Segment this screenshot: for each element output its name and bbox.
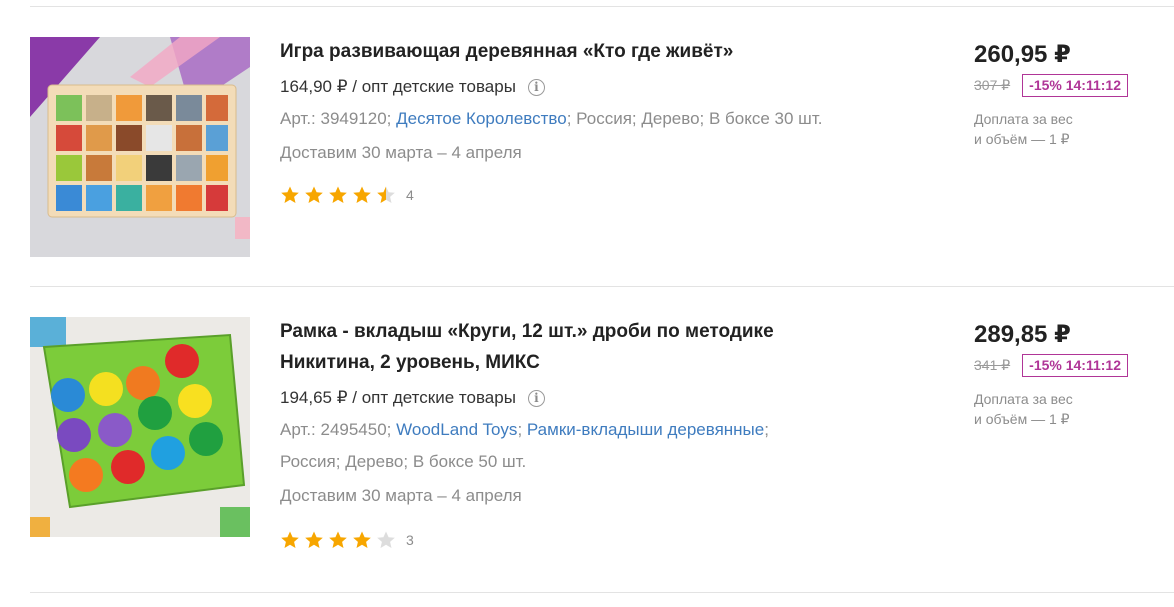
rating-stars — [280, 530, 396, 550]
article-number: Арт.: 3949120; — [280, 109, 392, 128]
meta-separator: ; — [517, 420, 523, 439]
product-title[interactable]: Рамка - вкладыш «Круги, 12 шт.» дроби по… — [280, 316, 880, 378]
puzzle-board-image — [30, 37, 250, 257]
delivery-date: Доставим 30 марта – 4 апреля — [280, 143, 522, 162]
rating[interactable]: 3 — [280, 530, 880, 550]
current-price: 289,85 ₽ — [974, 321, 1071, 348]
divider-middle — [30, 286, 1174, 287]
wholesale-price: 194,65 ₽ / опт детские товары i — [280, 388, 880, 408]
old-price-row: 307 ₽ -15% 14:11:12 — [974, 74, 1164, 97]
meta-details: Россия; Дерево; В боксе 50 шт. — [280, 452, 527, 471]
discount-badge: -15% 14:11:12 — [1022, 74, 1128, 97]
brand-link[interactable]: Десятое Королевство — [396, 109, 567, 128]
old-price: 307 ₽ — [974, 77, 1011, 93]
product-image[interactable] — [30, 317, 250, 537]
wholesale-price: 164,90 ₽ / опт детские товары i — [280, 77, 880, 97]
wholesale-price-text: 164,90 ₽ / опт детские товары — [280, 77, 516, 96]
product-meta: Арт.: 2495450; WoodLand Toys; Рамки-вкла… — [280, 414, 880, 478]
star-icon — [281, 531, 299, 548]
info-icon[interactable]: i — [527, 78, 545, 96]
surcharge-note: Доплата за вес и объём — 1 ₽ — [974, 109, 1164, 149]
star-icon — [281, 186, 299, 203]
product-title[interactable]: Игра развивающая деревянная «Кто где жив… — [280, 36, 880, 67]
star-icon — [377, 531, 395, 548]
old-price-row: 341 ₽ -15% 14:11:12 — [974, 354, 1164, 377]
divider-top — [30, 6, 1174, 7]
meta-details: ; Россия; Дерево; В боксе 30 шт. — [566, 109, 823, 128]
info-icon[interactable]: i — [527, 389, 545, 407]
star-icon — [305, 531, 323, 548]
product-title-line: Никитина, 2 уровень, МИКС — [280, 352, 540, 373]
star-icon — [377, 186, 395, 203]
delivery-date: Доставим 30 марта – 4 апреля — [280, 486, 522, 505]
rating-stars — [280, 185, 396, 205]
product-meta: Арт.: 3949120; Десятое Королевство; Росс… — [280, 103, 880, 135]
wholesale-price-text: 194,65 ₽ / опт детские товары — [280, 388, 516, 407]
circles-frame-image — [30, 317, 250, 537]
current-price: 260,95 ₽ — [974, 41, 1071, 68]
star-icon — [329, 186, 347, 203]
article-number: Арт.: 2495450; — [280, 420, 392, 439]
star-icon — [353, 186, 371, 203]
rating-count: 3 — [406, 532, 414, 548]
rating-count: 4 — [406, 187, 414, 203]
surcharge-line: Доплата за вес — [974, 111, 1073, 127]
star-icon — [305, 186, 323, 203]
brand-link[interactable]: WoodLand Toys — [396, 420, 517, 439]
surcharge-line: и объём — 1 ₽ — [974, 131, 1070, 147]
product-image[interactable] — [30, 37, 250, 257]
star-icon — [353, 531, 371, 548]
product-title-line: Рамка - вкладыш «Круги, 12 шт.» дроби по… — [280, 321, 774, 342]
surcharge-note: Доплата за вес и объём — 1 ₽ — [974, 389, 1164, 429]
discount-badge: -15% 14:11:12 — [1022, 354, 1128, 377]
category-link[interactable]: Рамки-вкладыши деревянные — [527, 420, 764, 439]
old-price: 341 ₽ — [974, 357, 1011, 373]
surcharge-line: Доплата за вес — [974, 391, 1073, 407]
surcharge-line: и объём — 1 ₽ — [974, 411, 1070, 427]
meta-separator: ; — [764, 420, 769, 439]
star-icon — [329, 531, 347, 548]
rating[interactable]: 4 — [280, 185, 880, 205]
divider-bottom — [30, 592, 1174, 593]
